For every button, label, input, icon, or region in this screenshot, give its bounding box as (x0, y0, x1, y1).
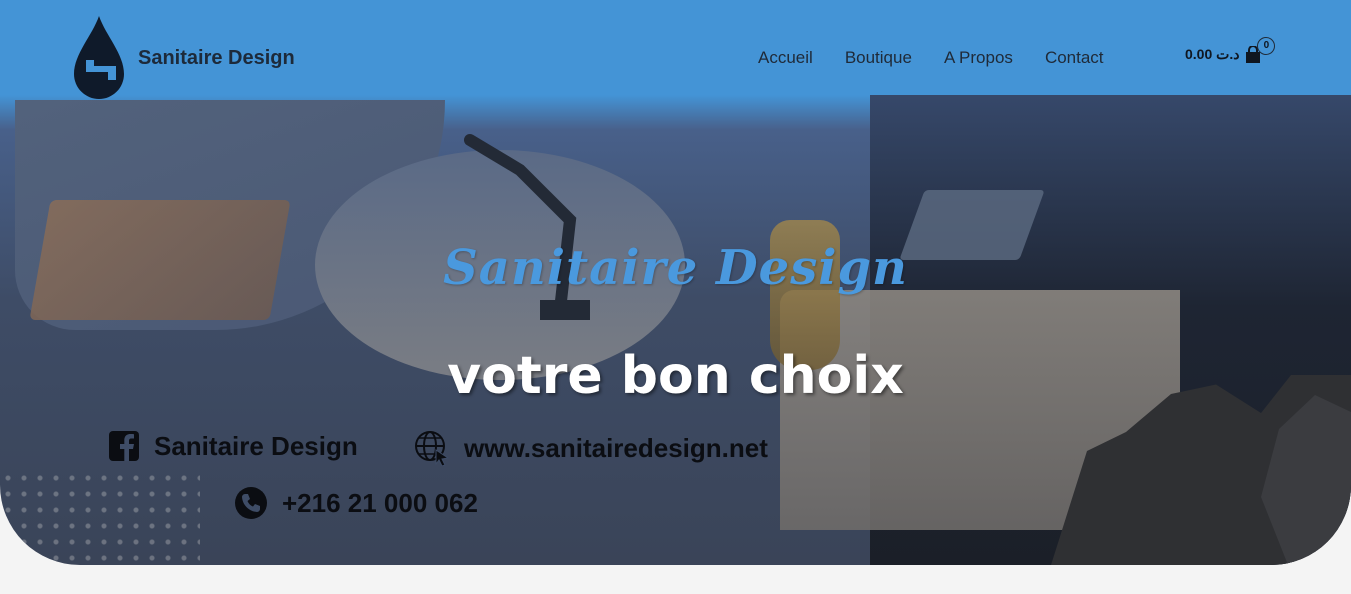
nav-accueil[interactable]: Accueil (742, 46, 829, 70)
phone-label: +216 21 000 062 (282, 487, 478, 518)
nav-a-propos[interactable]: A Propos (928, 46, 1029, 70)
hero-subtitle: votre bon choix (447, 346, 904, 406)
facebook-icon (109, 431, 139, 461)
website-label: www.sanitairedesign.net (464, 432, 768, 463)
nav-contact[interactable]: Contact (1029, 46, 1120, 70)
water-drop-faucet-logo-icon (74, 16, 124, 99)
hero-banner: Sanitaire Design Accueil Boutique A Prop… (0, 0, 1351, 565)
main-nav: Accueil Boutique A Propos Contact (742, 46, 1120, 70)
brand-name: Sanitaire Design (138, 46, 295, 69)
site-header: Sanitaire Design Accueil Boutique A Prop… (0, 0, 1351, 110)
nav-boutique[interactable]: Boutique (829, 46, 928, 70)
cart-amount: د.ت 0.00 (1185, 45, 1240, 62)
faucet-illustration (464, 134, 590, 320)
site-logo[interactable]: Sanitaire Design (72, 14, 295, 102)
hero-title: Sanitaire Design (443, 240, 908, 296)
dot-pattern-decoration (0, 470, 200, 565)
cart-button[interactable]: د.ت 0.00 0 (1185, 37, 1276, 64)
facebook-label: Sanitaire Design (154, 430, 358, 461)
cart-count-badge: 0 (1257, 37, 1276, 55)
website-contact[interactable]: www.sanitairedesign.net (414, 430, 768, 466)
facebook-contact[interactable]: Sanitaire Design (108, 430, 358, 462)
phone-icon (235, 487, 267, 519)
globe-cursor-icon (415, 431, 450, 466)
shopping-bag-icon: 0 (1245, 37, 1276, 64)
phone-contact[interactable]: +216 21 000 062 (234, 486, 478, 520)
